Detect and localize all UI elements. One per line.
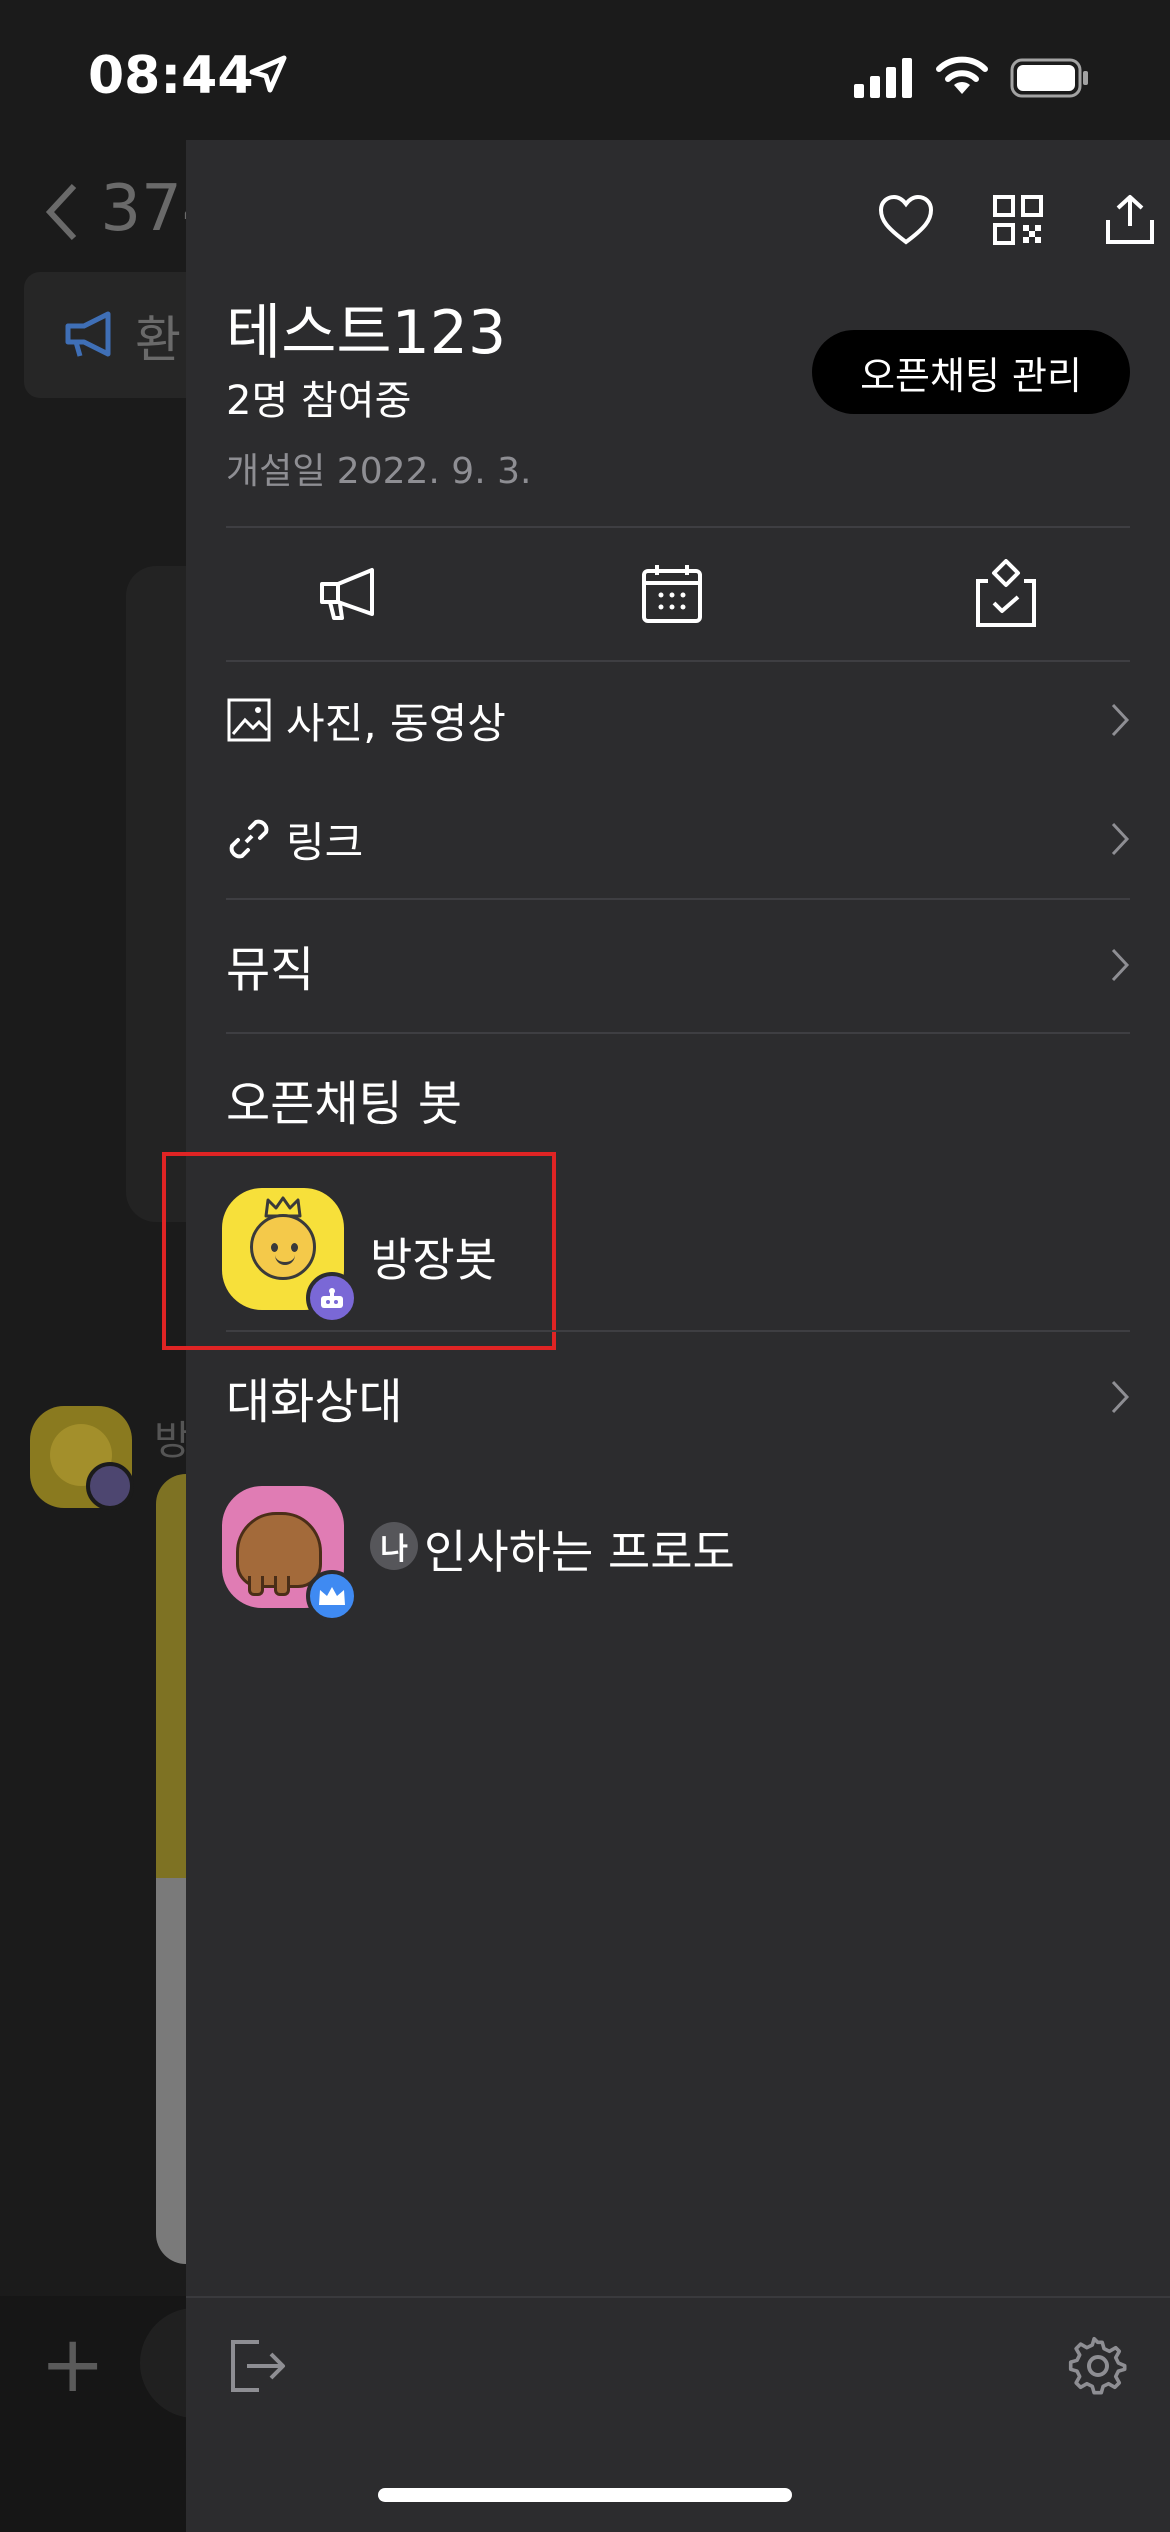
- calendar-icon[interactable]: [632, 554, 712, 634]
- bot-face-icon: [250, 1214, 316, 1280]
- gear-icon[interactable]: [1066, 2334, 1130, 2398]
- chevron-right-icon: [1111, 1380, 1130, 1414]
- chevron-right-icon: [1111, 703, 1130, 737]
- menu-photos-videos-label: 사진, 동영상: [286, 698, 506, 748]
- location-arrow-icon: [249, 55, 287, 93]
- frodo-leg: [248, 1576, 264, 1596]
- megaphone-icon[interactable]: [310, 554, 390, 634]
- notice-text: 환: [135, 311, 181, 369]
- bot-avatar[interactable]: [222, 1188, 358, 1324]
- battery-icon: [1010, 58, 1088, 98]
- share-icon[interactable]: [1090, 180, 1170, 260]
- status-time: 08:44: [88, 46, 254, 106]
- link-icon: [226, 816, 272, 862]
- chevron-right-icon: [1111, 822, 1130, 856]
- vote-icon[interactable]: [966, 554, 1046, 634]
- participant-avatar[interactable]: [222, 1486, 358, 1622]
- manage-openchat-button[interactable]: 오픈채팅 관리: [812, 330, 1130, 414]
- openchat-bot-section-header: 오픈채팅 봇: [226, 1034, 1130, 1164]
- image-icon: [226, 697, 272, 743]
- menu-links-label: 링크: [286, 817, 364, 867]
- exit-icon[interactable]: [226, 2334, 290, 2398]
- menu-music-label: 뮤직: [226, 942, 315, 998]
- menu-links[interactable]: 링크: [226, 780, 1130, 898]
- wifi-icon: [936, 56, 988, 94]
- plus-icon[interactable]: +: [40, 2326, 105, 2404]
- participants-section-header[interactable]: 대화상대: [226, 1332, 1130, 1462]
- participant-name[interactable]: 인사하는 프로도: [424, 1516, 735, 1582]
- room-title: 테스트123: [226, 298, 507, 368]
- owner-crown-badge-icon: [306, 1570, 358, 1622]
- chevron-left-icon: [45, 184, 77, 241]
- chevron-right-icon: [1111, 948, 1130, 982]
- bot-badge-icon: [86, 1462, 134, 1510]
- room-member-count: 2명 참여중: [226, 378, 412, 424]
- divider: [226, 526, 1130, 528]
- chat-room-drawer: 테스트123 2명 참여중 개설일 2022. 9. 3. 오픈채팅 관리 사진…: [162, 140, 1170, 2532]
- home-indicator: [378, 2488, 792, 2502]
- me-badge: 나: [370, 1522, 418, 1570]
- signal-icon: [854, 58, 912, 98]
- bot-avatar[interactable]: [30, 1406, 134, 1510]
- room-created-date: 개설일 2022. 9. 3.: [226, 451, 532, 492]
- menu-photos-videos[interactable]: 사진, 동영상: [226, 662, 1130, 778]
- participants-header-label: 대화상대: [226, 1374, 403, 1430]
- bot-badge-icon: [306, 1272, 358, 1324]
- openchat-bot-header-label: 오픈채팅 봇: [226, 1076, 463, 1132]
- frodo-leg: [274, 1576, 290, 1596]
- menu-music[interactable]: 뮤직: [226, 900, 1130, 1030]
- bot-name[interactable]: 방장봇: [370, 1224, 497, 1290]
- qr-code-icon[interactable]: [978, 180, 1058, 260]
- status-bar: 08:44: [0, 0, 1170, 140]
- megaphone-icon: [65, 311, 111, 357]
- heart-icon[interactable]: [866, 180, 946, 260]
